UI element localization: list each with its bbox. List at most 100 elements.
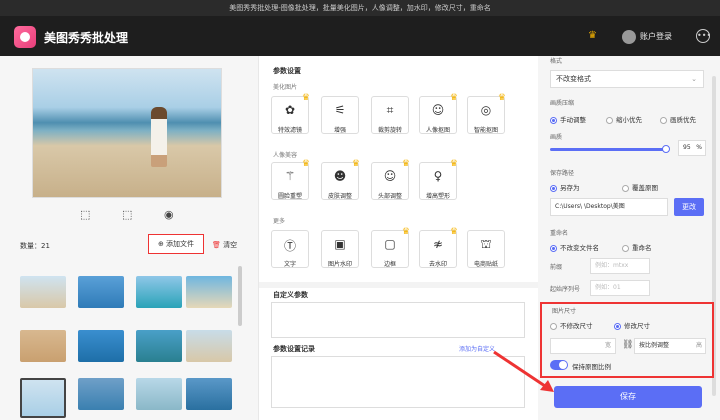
remove-watermark-icon: ≉: [432, 237, 444, 251]
percent-unit: %: [696, 144, 702, 151]
tool-body[interactable]: ♀ 增高塑形 ♛: [419, 159, 458, 200]
rename-label: 重命名: [550, 230, 569, 237]
thumbnail[interactable]: [186, 276, 232, 308]
thumbnail[interactable]: [136, 330, 182, 362]
thumbnail[interactable]: [78, 378, 124, 410]
prefix-label: 前缀: [550, 264, 563, 271]
record-box[interactable]: [271, 356, 525, 408]
app-logo-icon: [14, 26, 36, 48]
radio-quality-first[interactable]: 画质优先: [660, 114, 696, 124]
tool-skin[interactable]: ☻ 皮肤调整 ♛: [321, 159, 360, 200]
radio-keep-name[interactable]: 不改变文件名: [550, 242, 599, 252]
rotate-left-icon[interactable]: ⬚: [80, 208, 90, 221]
radio-overwrite[interactable]: 覆盖原图: [622, 182, 658, 192]
tool-label: 图片水印: [327, 261, 352, 268]
thumbnail-scrollbar[interactable]: [238, 266, 242, 326]
thumbnail[interactable]: [20, 276, 66, 308]
divider: [259, 282, 539, 288]
tool-face-reshape[interactable]: ⚚ 圆脸重塑 ♛: [271, 159, 310, 200]
tool-label: 智能抠图: [473, 127, 498, 134]
filter-icon: ✿: [284, 103, 296, 117]
chevron-down-icon: ⌄: [691, 75, 697, 83]
tool-head[interactable]: ☺ 头部调整 ♛: [371, 159, 410, 200]
crop-icon: ⌗: [386, 103, 394, 117]
format-select[interactable]: 不改变格式 ⌄: [550, 70, 704, 88]
thumbnail[interactable]: [136, 378, 182, 410]
add-file-label: 添加文件: [166, 240, 195, 248]
radio-label: 覆盖原图: [632, 184, 658, 192]
tool-border[interactable]: ▢ 边框 ♛: [371, 227, 410, 268]
crown-icon: ♛: [449, 93, 458, 103]
image-icon: ▣: [334, 237, 346, 251]
radio-save-as[interactable]: 另存为: [550, 182, 580, 192]
vip-crown-icon[interactable]: ♛: [588, 30, 597, 41]
cat-face: 人像美容: [273, 152, 298, 159]
sticker-icon: ⛫: [480, 237, 492, 251]
save-button[interactable]: 保存: [554, 386, 702, 408]
path-input[interactable]: C:\Users\ \Desktop\美图: [550, 198, 668, 216]
radio-label: 手动调整: [560, 116, 586, 124]
smart-cutout-icon: ◎: [480, 103, 492, 117]
thumbnail[interactable]: [20, 330, 66, 362]
tool-label: 去水印: [428, 261, 447, 268]
prefix-input[interactable]: 例如：mtxx: [590, 258, 650, 274]
tool-smart-cutout[interactable]: ◎ 智能抠图 ♛: [467, 93, 506, 134]
tool-crop[interactable]: ⌗ 裁剪旋转: [371, 96, 409, 134]
window-title: 美图秀秀批处理-图像批处理，批量美化图片，人像调整，加水印，修改尺寸，重命名: [0, 0, 720, 16]
crown-icon: ♛: [401, 227, 410, 237]
thumbnail[interactable]: [78, 330, 124, 362]
radio-label: 不改变文件名: [560, 244, 599, 252]
left-panel: ⬚ ⬚ ◉ 数量：21 ⊕ 添加文件 🗑 清空: [0, 56, 258, 420]
portrait-icon: ☺: [431, 103, 445, 117]
red-arrow-icon: [493, 350, 554, 392]
account-login[interactable]: 账户登录: [640, 31, 672, 42]
clear-button[interactable]: 🗑 清空: [212, 240, 237, 250]
start-input[interactable]: 例如：01: [590, 280, 650, 296]
thumbnail[interactable]: [186, 378, 232, 410]
avatar[interactable]: [622, 30, 636, 44]
view-icon[interactable]: ◉: [164, 208, 174, 221]
tool-filter[interactable]: ✿ 特效滤镜 ♛: [271, 93, 310, 134]
quality-slider[interactable]: [550, 148, 666, 151]
thumbnail[interactable]: [136, 276, 182, 308]
quality-value: 95: [683, 144, 691, 151]
tool-remove-watermark[interactable]: ≉ 去水印 ♛: [419, 227, 458, 268]
tool-label: 电商贴纸: [473, 261, 498, 268]
radio-size-first[interactable]: 缩小优先: [606, 114, 642, 124]
radio-manual[interactable]: 手动调整: [550, 114, 586, 124]
thumbnail-selected[interactable]: [20, 378, 66, 418]
trash-icon: 🗑: [212, 241, 221, 249]
thumbnail[interactable]: [186, 330, 232, 362]
tool-image-watermark[interactable]: ▣ 图片水印: [321, 230, 359, 268]
radio-dot: [550, 244, 557, 252]
tool-portrait-cutout[interactable]: ☺ 人像抠图 ♛: [419, 93, 458, 134]
tool-label: 特效滤镜: [277, 127, 302, 134]
skin-icon: ☻: [333, 169, 347, 183]
slider-handle[interactable]: [662, 145, 670, 153]
custom-params-box[interactable]: [271, 302, 525, 338]
preview-figure: [151, 107, 167, 167]
crown-icon: ♛: [449, 159, 458, 169]
tool-enhance[interactable]: ⚟ 增强: [321, 96, 359, 134]
radio-dot: [550, 116, 557, 124]
text-icon: Ⓣ: [283, 239, 296, 253]
custom-title: 自定义参数: [273, 291, 308, 299]
tool-label: 增高塑形: [425, 193, 450, 200]
tool-sticker[interactable]: ⛫ 电商贴纸: [467, 230, 505, 268]
head-icon: ☺: [383, 169, 397, 183]
format-label: 格式: [550, 58, 563, 65]
rotate-right-icon[interactable]: ⬚: [122, 208, 132, 221]
quality-input[interactable]: 95 %: [678, 140, 706, 156]
tool-label: 文字: [283, 261, 296, 268]
thumbnail[interactable]: [78, 276, 124, 308]
change-path-button[interactable]: 更改: [674, 198, 704, 216]
radio-label: 另存为: [560, 184, 580, 192]
more-menu-icon[interactable]: •••: [696, 29, 711, 43]
crown-icon: ♛: [301, 93, 310, 103]
radio-dot: [606, 116, 613, 124]
radio-dot: [550, 184, 557, 192]
add-file-button[interactable]: ⊕ 添加文件: [148, 234, 204, 254]
radio-rename[interactable]: 重命名: [622, 242, 652, 252]
tool-text[interactable]: Ⓣ 文字: [271, 230, 309, 268]
crown-icon: ♛: [351, 159, 360, 169]
